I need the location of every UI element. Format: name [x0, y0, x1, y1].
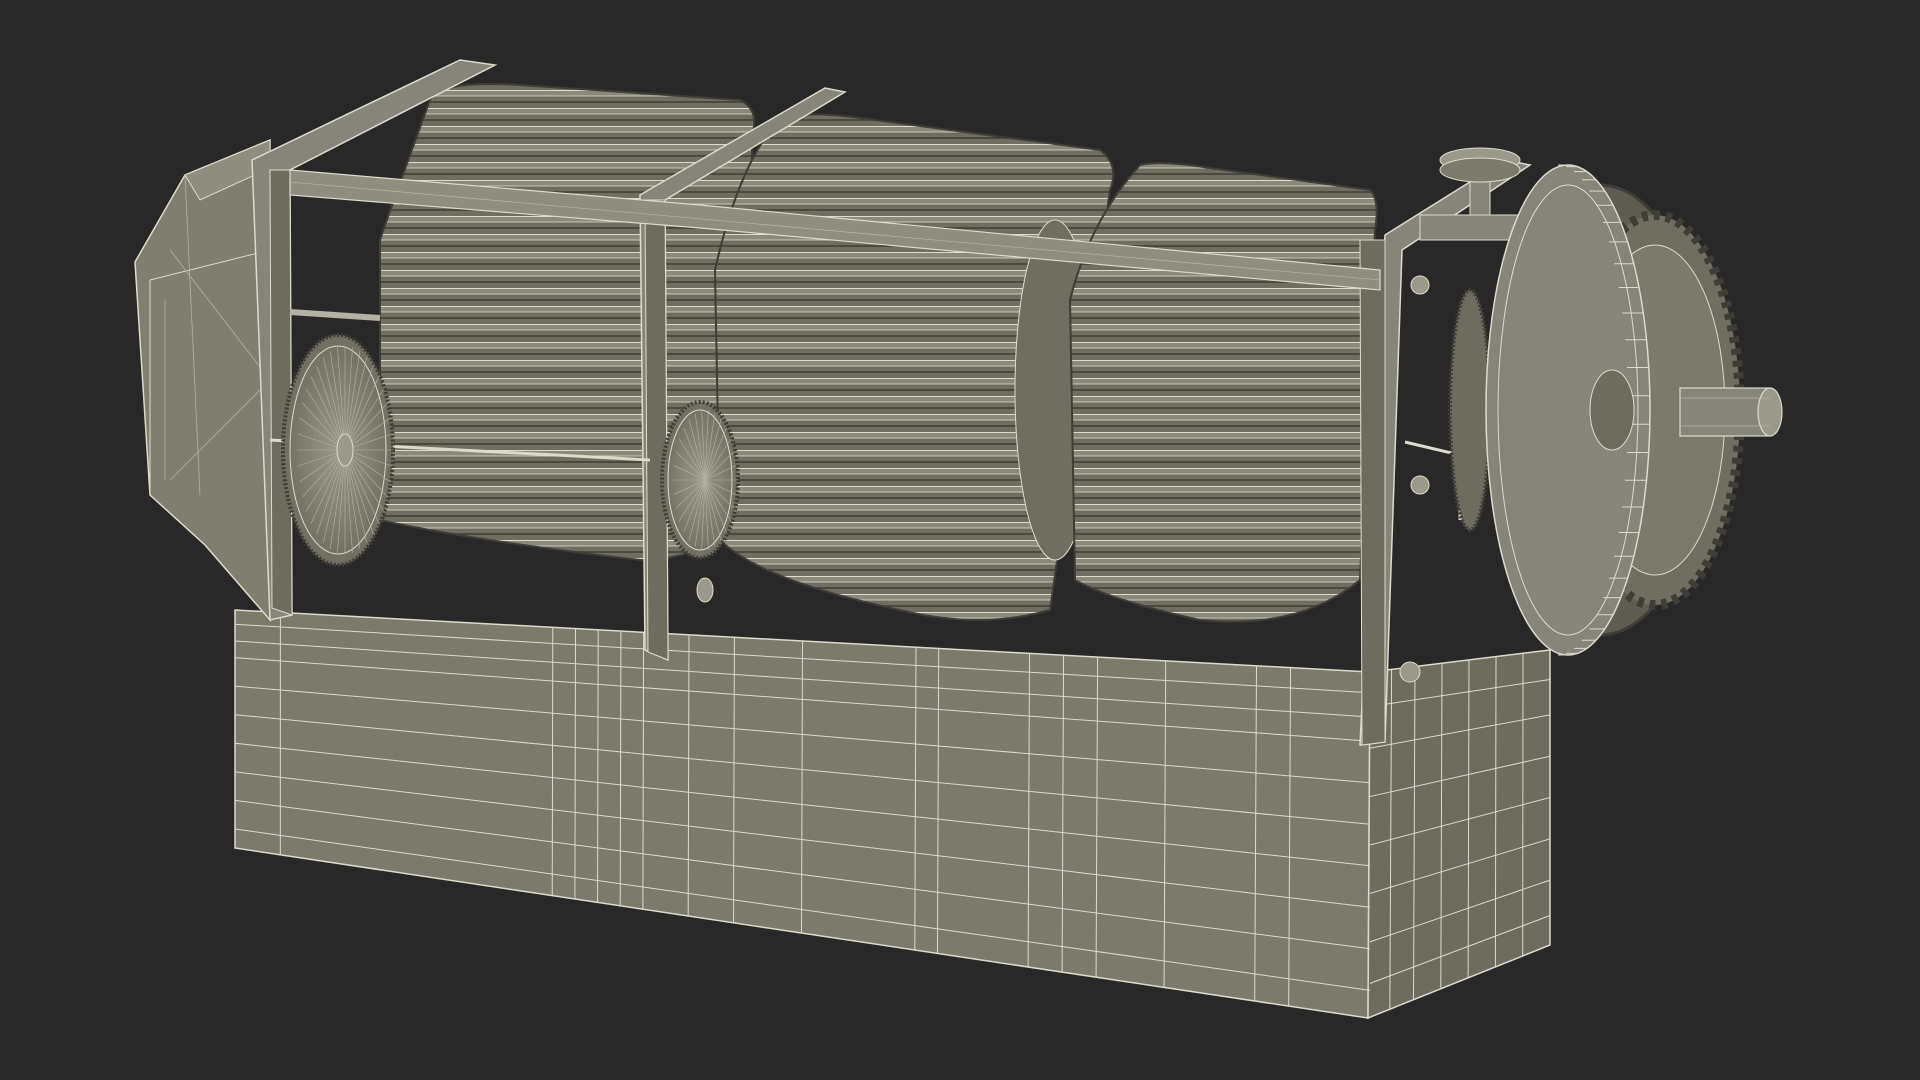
wireframe-model-render [134, 59, 1783, 1020]
large-gear-left [281, 333, 395, 567]
render-viewport [0, 0, 1920, 1080]
motor-housing [134, 138, 271, 623]
large-gear-middle [660, 400, 740, 603]
drive-shaft [1679, 387, 1783, 437]
base-block [234, 609, 1551, 1020]
cylinder-right [1068, 162, 1378, 623]
ratchet-gear [1448, 288, 1492, 532]
cylinder-middle [713, 113, 1115, 621]
